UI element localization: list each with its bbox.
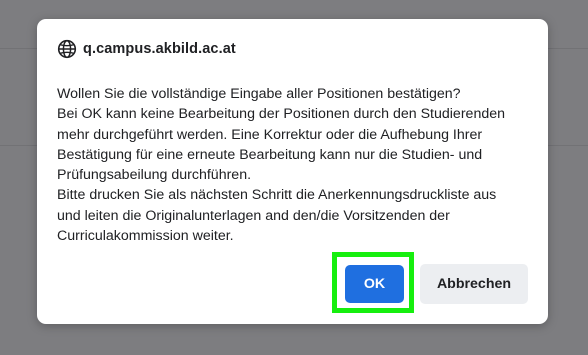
message-line: Bei OK kann keine Bearbeitung der Positi… <box>57 106 506 123</box>
cancel-button[interactable]: Abbrechen <box>420 264 528 304</box>
message-line: Bitte drucken Sie als nächsten Schritt d… <box>57 187 497 204</box>
message-line: Wollen Sie die vollständige Eingabe alle… <box>57 86 461 102</box>
message-line: Curriculakommission weiter. <box>57 228 234 245</box>
dialog-message: Wollen Sie die vollständige Eingabe alle… <box>57 84 537 246</box>
globe-icon <box>57 39 77 59</box>
confirm-dialog: q.campus.akbild.ac.at Wollen Sie die vol… <box>37 19 548 324</box>
message-line: Prüfungsabeilung durchführen. <box>57 167 252 184</box>
ok-button[interactable]: OK <box>345 265 404 303</box>
message-line: Bestätigung für eine erneute Bearbeitung… <box>57 146 483 163</box>
dialog-origin-text: q.campus.akbild.ac.at <box>83 41 236 57</box>
dialog-origin: q.campus.akbild.ac.at <box>57 39 236 59</box>
message-line: und leiten die Originalunterlagen and de… <box>57 207 450 224</box>
message-line: mehr durchgeführt werden. Eine Korrektur… <box>57 126 483 143</box>
